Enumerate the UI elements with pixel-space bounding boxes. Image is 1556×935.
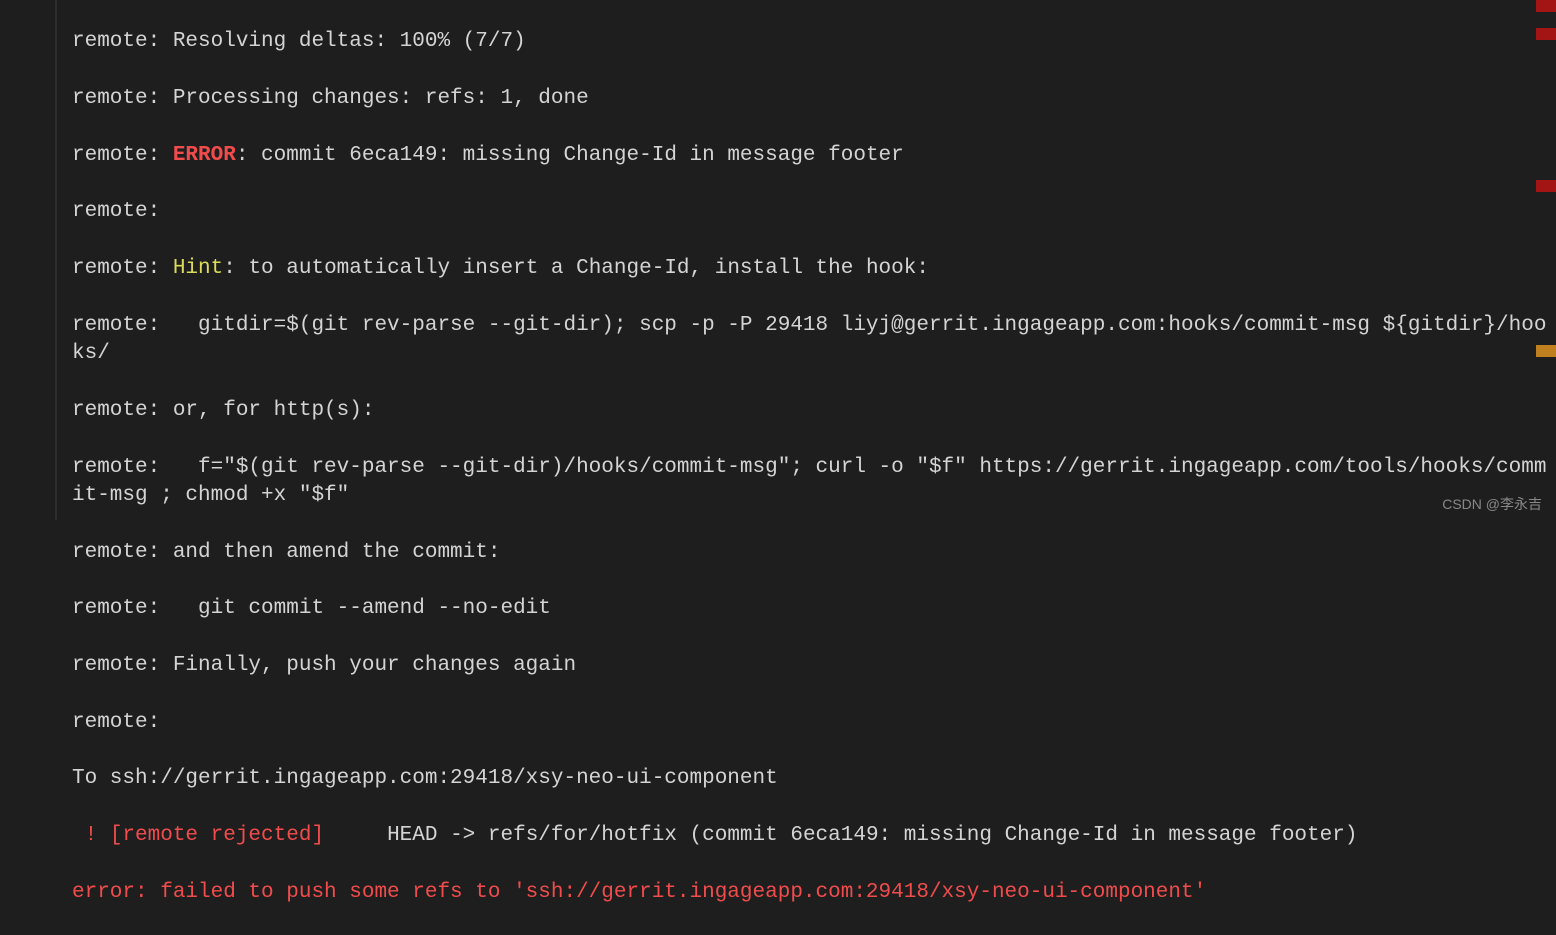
scrollbar-error-indicator[interactable] [1536, 0, 1556, 12]
remote-rejected-label: ! [remote rejected] [72, 824, 324, 847]
output-line: remote: Processing changes: refs: 1, don… [72, 85, 1556, 113]
output-line: remote: Finally, push your changes again [72, 652, 1556, 680]
scrollbar-warning-indicator[interactable] [1536, 345, 1556, 357]
output-line: remote: [72, 709, 1556, 737]
scrollbar-error-indicator[interactable] [1536, 28, 1556, 40]
output-line: remote: or, for http(s): [72, 397, 1556, 425]
error-message: : commit 6eca149: missing Change-Id in m… [236, 144, 904, 167]
hint-message: : to automatically insert a Change-Id, i… [223, 257, 929, 280]
output-line: ! [remote rejected] HEAD -> refs/for/hot… [72, 822, 1556, 850]
output-line: remote: and then amend the commit: [72, 539, 1556, 567]
scrollbar-error-indicator[interactable] [1536, 180, 1556, 192]
watermark: CSDN @李永吉 [1442, 495, 1542, 514]
output-line: remote: ERROR: commit 6eca149: missing C… [72, 142, 1556, 170]
output-line: remote: git commit --amend --no-edit [72, 595, 1556, 623]
terminal-output[interactable]: remote: Resolving deltas: 100% (7/7) rem… [0, 0, 1556, 935]
editor-gutter [0, 0, 57, 520]
remote-prefix: remote: [72, 144, 173, 167]
output-line: remote: Resolving deltas: 100% (7/7) [72, 28, 1556, 56]
output-line: To ssh://gerrit.ingageapp.com:29418/xsy-… [72, 765, 1556, 793]
output-line: remote: f="$(git rev-parse --git-dir)/ho… [72, 454, 1556, 511]
hint-label: Hint [173, 257, 223, 280]
rejected-message: HEAD -> refs/for/hotfix (commit 6eca149:… [324, 824, 1357, 847]
error-label: ERROR [173, 144, 236, 167]
output-line: remote: gitdir=$(git rev-parse --git-dir… [72, 312, 1556, 369]
output-line: remote: Hint: to automatically insert a … [72, 255, 1556, 283]
remote-prefix: remote: [72, 257, 173, 280]
error-line: error: failed to push some refs to 'ssh:… [72, 879, 1556, 907]
output-line: remote: [72, 198, 1556, 226]
